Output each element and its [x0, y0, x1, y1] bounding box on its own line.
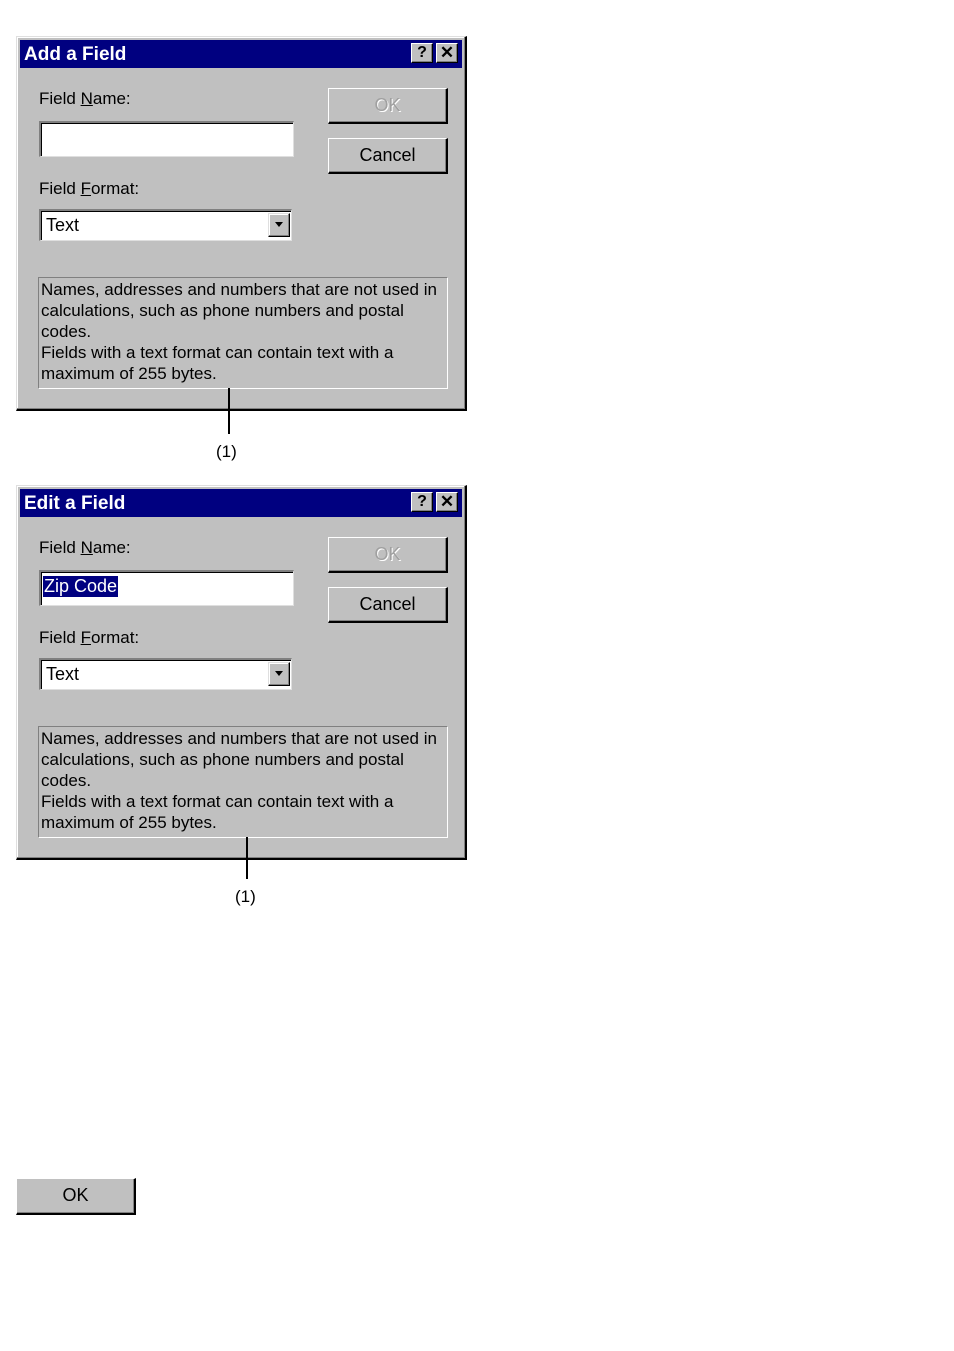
mnemonic-key: F	[80, 179, 91, 198]
field-name-label: Field Name:	[39, 538, 131, 558]
label-text: Field	[39, 89, 81, 108]
mnemonic-key: F	[80, 628, 91, 647]
description-line: Fields with a text format can contain te…	[41, 792, 394, 832]
chevron-down-icon[interactable]	[268, 213, 290, 237]
description-line: Fields with a text format can contain te…	[41, 343, 394, 383]
description-line: Names, addresses and numbers that are no…	[41, 280, 437, 341]
ok-button-sample[interactable]: OK	[16, 1178, 136, 1215]
field-name-label: Field Name:	[39, 89, 131, 109]
label-text: ormat:	[90, 628, 140, 647]
cancel-button[interactable]: Cancel	[328, 138, 448, 174]
field-name-input[interactable]	[39, 121, 294, 157]
field-name-input[interactable]: Zip Code	[39, 570, 294, 606]
ok-button[interactable]: OK	[328, 537, 448, 573]
field-format-label: Field Format:	[39, 628, 139, 648]
mnemonic-key: N	[80, 538, 93, 557]
mnemonic-key: N	[80, 89, 93, 108]
field-format-value: Text	[46, 664, 80, 684]
field-format-label: Field Format:	[39, 179, 139, 199]
add-field-dialog: Add a Field ? ✕ Field Name: OK Cancel Fi…	[16, 36, 467, 411]
close-icon[interactable]: ✕	[436, 43, 458, 63]
field-format-value: Text	[46, 215, 80, 235]
dialog-title: Add a Field	[24, 44, 127, 65]
callout-label: (1)	[216, 442, 237, 461]
edit-field-dialog: Edit a Field ? ✕ Field Name: Zip Code OK…	[16, 485, 467, 860]
title-bar: Edit a Field ? ✕	[20, 489, 462, 517]
label-text: ormat:	[90, 179, 140, 198]
callout-line	[246, 837, 248, 879]
callout-label: (1)	[235, 887, 256, 906]
format-description: Names, addresses and numbers that are no…	[38, 277, 448, 389]
field-format-select[interactable]: Text	[39, 658, 292, 690]
label-text: ame:	[92, 538, 131, 557]
label-text: Field	[39, 179, 81, 198]
dialog-title: Edit a Field	[24, 493, 126, 514]
format-description: Names, addresses and numbers that are no…	[38, 726, 448, 838]
description-line: Names, addresses and numbers that are no…	[41, 729, 437, 790]
label-text: Field	[39, 538, 81, 557]
callout-line	[228, 388, 230, 434]
field-format-select[interactable]: Text	[39, 209, 292, 241]
chevron-down-icon[interactable]	[268, 662, 290, 686]
title-bar: Add a Field ? ✕	[20, 40, 462, 68]
label-text: Field	[39, 628, 81, 647]
help-icon[interactable]: ?	[411, 492, 433, 512]
cancel-button[interactable]: Cancel	[328, 587, 448, 623]
close-icon[interactable]: ✕	[436, 492, 458, 512]
field-name-value: Zip Code	[43, 576, 119, 597]
label-text: ame:	[92, 89, 131, 108]
help-icon[interactable]: ?	[411, 43, 433, 63]
ok-button[interactable]: OK	[328, 88, 448, 124]
